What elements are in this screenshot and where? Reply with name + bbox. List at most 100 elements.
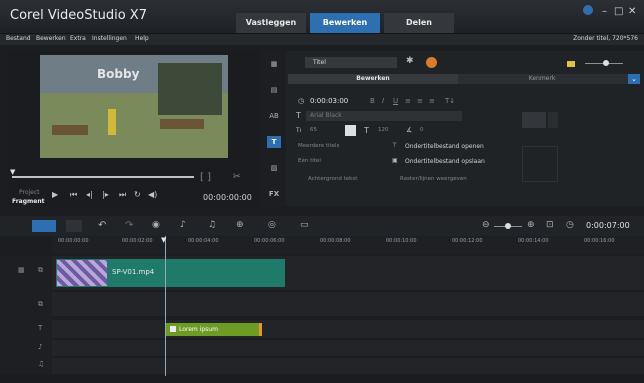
multi-title-radio[interactable]: Meerdere titels: [298, 143, 339, 149]
menu-file[interactable]: Bestand: [6, 35, 31, 42]
ruler-label: 00:00:08:00: [320, 238, 351, 244]
align-left-icon[interactable]: ≡: [405, 97, 411, 105]
ruler-label: 00:00:00:00: [58, 238, 89, 244]
font-size-field[interactable]: 65: [310, 127, 317, 133]
text-direction-icon[interactable]: T↓: [445, 97, 455, 105]
preview-title-text[interactable]: Bobby: [97, 67, 139, 81]
bottom-bar: [0, 376, 644, 383]
next-frame-icon[interactable]: |▸: [102, 190, 109, 199]
home-icon[interactable]: ⏮: [70, 190, 77, 200]
mode-project[interactable]: Project: [19, 189, 40, 196]
add-title-icon[interactable]: ✱: [406, 56, 414, 66]
underline-icon[interactable]: U: [393, 97, 398, 105]
collapse-icon[interactable]: ⌄: [628, 74, 640, 84]
auto-music-icon[interactable]: ♫: [208, 220, 216, 230]
menu-extra[interactable]: Extra: [70, 35, 86, 42]
subtitle-editor-icon[interactable]: ◎: [268, 220, 276, 230]
tab-share[interactable]: Delen: [384, 13, 454, 33]
duration-field[interactable]: 0:00:03:00: [310, 97, 348, 105]
overlay-track-icon[interactable]: ⧉: [38, 300, 43, 309]
prev-frame-icon[interactable]: ◂|: [86, 190, 93, 199]
tab-edit[interactable]: Bewerken: [310, 13, 380, 33]
store-icon[interactable]: [426, 57, 437, 68]
title-icon[interactable]: T: [267, 136, 281, 148]
minimize-icon[interactable]: –: [602, 6, 607, 17]
rotation-field[interactable]: 0: [420, 127, 424, 133]
menu-edit[interactable]: Bewerken: [36, 35, 66, 42]
ruler-label: 00:00:02:00: [122, 238, 153, 244]
align-right-icon[interactable]: ≡: [429, 97, 435, 105]
trim-markers[interactable]: [ ]: [200, 172, 211, 183]
end-icon[interactable]: ⏭: [119, 190, 126, 200]
ruler-label: 00:00:04:00: [188, 238, 219, 244]
text-background-checkbox[interactable]: Achtergrond tekst: [308, 176, 357, 182]
italic-icon[interactable]: I: [382, 97, 384, 105]
storyboard-view-icon[interactable]: [66, 220, 82, 232]
fit-project-icon[interactable]: ⊡: [546, 220, 554, 230]
music-track[interactable]: [0, 358, 644, 374]
zoom-in-icon[interactable]: ⊕: [527, 220, 535, 230]
text-color-swatch[interactable]: [345, 125, 356, 136]
thumb-size-handle[interactable]: [603, 60, 609, 66]
ruler-label: 00:00:12:00: [452, 238, 483, 244]
media-icon[interactable]: ▦: [267, 58, 281, 70]
volume-icon[interactable]: ◀): [148, 190, 157, 199]
playhead[interactable]: [165, 236, 166, 376]
color-swatch-box[interactable]: [522, 112, 546, 128]
cut-icon[interactable]: ✂: [233, 172, 241, 182]
video-track-toggle-icon[interactable]: ⧉: [38, 266, 43, 275]
motion-tracking-icon[interactable]: ⊕: [236, 220, 244, 230]
menu-settings[interactable]: Instellingen: [92, 35, 127, 42]
align-center-icon[interactable]: ≡: [417, 97, 423, 105]
maximize-icon[interactable]: □: [614, 6, 623, 17]
tab-attribute[interactable]: Kenmerk: [458, 74, 626, 84]
instant-project-icon[interactable]: ▤: [267, 84, 281, 96]
playhead-marker-icon[interactable]: ▼: [161, 236, 166, 244]
scrub-handle-icon[interactable]: ▼: [10, 168, 15, 176]
open-subtitle-button[interactable]: Ondertitelbestand openen: [405, 143, 484, 150]
font-select[interactable]: Arial Black: [306, 111, 462, 121]
bold-icon[interactable]: B: [370, 97, 375, 105]
save-subtitle-button[interactable]: Ondertitelbestand opslaan: [405, 158, 485, 165]
graphics-icon[interactable]: ▨: [267, 162, 281, 174]
redo-icon[interactable]: ↷: [125, 220, 133, 231]
repeat-icon[interactable]: ↻: [134, 190, 141, 199]
title-track[interactable]: [0, 320, 644, 338]
title-track-icon[interactable]: T: [38, 324, 42, 332]
tab-capture[interactable]: Vastleggen: [236, 13, 306, 33]
close-icon[interactable]: ✕: [628, 6, 636, 17]
mode-clip[interactable]: Fragment: [12, 198, 44, 205]
single-title-radio[interactable]: Eén titel: [298, 158, 321, 164]
zoom-out-icon[interactable]: ⊖: [482, 220, 490, 230]
scrub-bar[interactable]: [12, 176, 194, 178]
grid-lines-checkbox[interactable]: Raster/lijnen weergeven: [400, 176, 467, 182]
music-track-icon[interactable]: ♫: [38, 360, 44, 368]
multi-cam-icon[interactable]: ▭: [300, 220, 309, 230]
record-icon[interactable]: ◉: [152, 220, 160, 230]
library-dropdown[interactable]: Titel: [305, 57, 397, 68]
help-globe-icon[interactable]: [583, 5, 593, 15]
menu-help[interactable]: Help: [135, 35, 149, 42]
clip-thumbnail: [57, 260, 107, 286]
timeline-duration[interactable]: 0:00:07:00: [586, 221, 630, 230]
filter-icon[interactable]: FX: [267, 188, 281, 200]
undo-icon[interactable]: ↶: [98, 220, 106, 231]
zoom-handle[interactable]: [505, 223, 511, 229]
preview-timecode[interactable]: 00:00:00:00: [203, 193, 252, 202]
timeline-view-icon[interactable]: [32, 220, 56, 232]
transition-icon[interactable]: AB: [267, 110, 281, 122]
save-subtitle-icon: ▣: [392, 157, 398, 164]
tab-edit-options[interactable]: Bewerken: [288, 74, 458, 84]
voice-track-icon[interactable]: ♪: [38, 343, 42, 351]
overlay-track[interactable]: [0, 292, 644, 316]
track-headers: [0, 256, 52, 374]
mixer-icon[interactable]: ♪: [180, 220, 186, 230]
alignment-grid[interactable]: [522, 146, 558, 182]
line-spacing-field[interactable]: 120: [378, 127, 389, 133]
color-dropdown-icon[interactable]: [548, 112, 558, 128]
voice-track[interactable]: [0, 340, 644, 356]
play-icon[interactable]: ▶: [52, 190, 58, 199]
font-size-icon: Tı: [296, 127, 302, 134]
thumb-view-icon[interactable]: [567, 61, 575, 67]
video-track-icon[interactable]: ▦: [18, 266, 25, 274]
